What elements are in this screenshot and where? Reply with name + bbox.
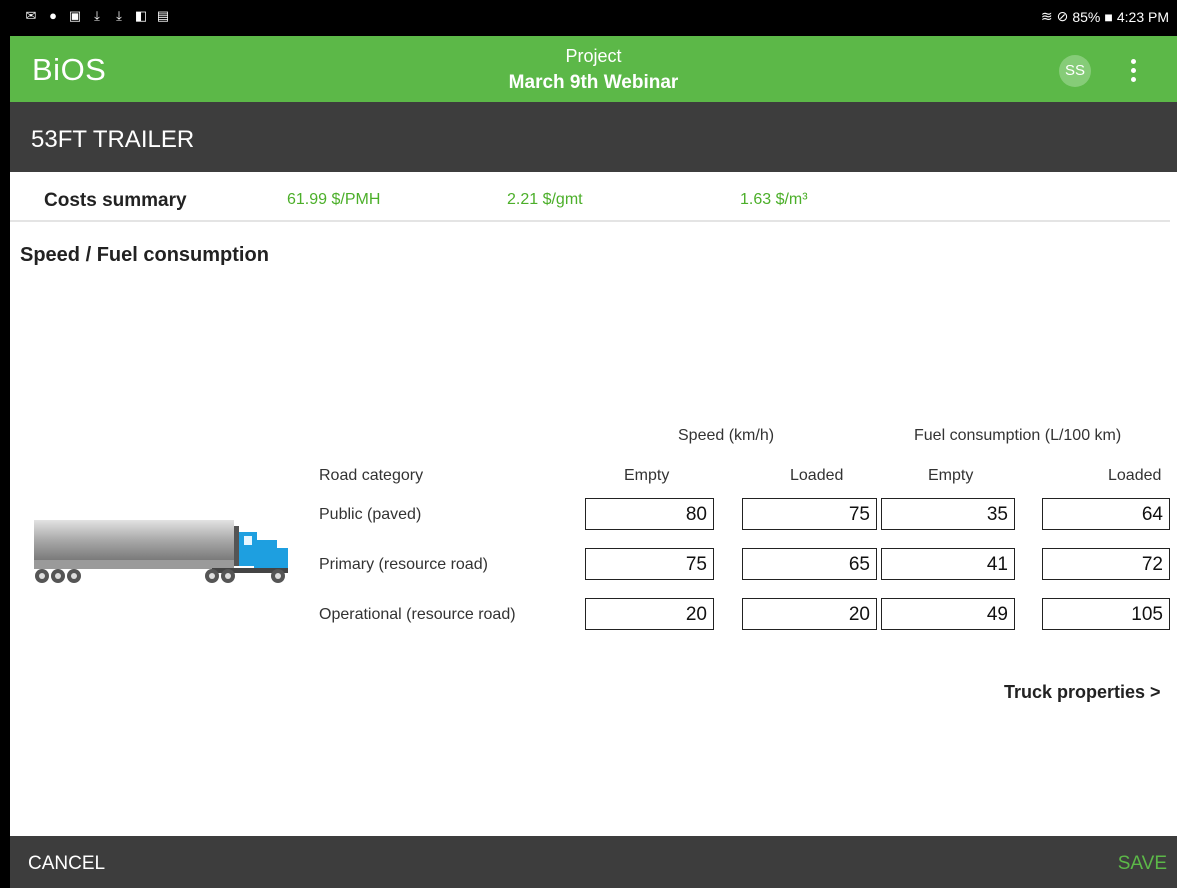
status-bar: ✉ ● ▣ ⤓ ⤓ ◧ ▤ ≋ ⊘ 85% ■ 4:23 PM [10, 0, 1177, 36]
road-label-public: Public (paved) [319, 506, 422, 523]
fuel-empty-header: Empty [928, 467, 974, 484]
no-sim-icon: ◧ [134, 8, 148, 23]
app-bar: BiOS Project March 9th Webinar SS [10, 36, 1177, 102]
speed-header: Speed (km/h) [678, 427, 775, 444]
wifi-icon: ≋ [1040, 8, 1053, 24]
road-category-header: Road category [319, 467, 424, 484]
download-icon: ⤓ [116, 8, 122, 23]
road-label-primary: Primary (resource road) [319, 556, 488, 573]
cost-per-pmh: 61.99 $/PMH [287, 191, 381, 208]
device-screen: ✉ ● ▣ ⤓ ⤓ ◧ ▤ ≋ ⊘ 85% ■ 4:23 PM BiOS Pro… [10, 0, 1177, 888]
bottom-action-bar: CANCEL SAVE [10, 836, 1177, 888]
battery-percent: 85% [1072, 8, 1101, 25]
truck-properties-link[interactable]: Truck properties > [1004, 682, 1161, 703]
subheader: 53FT TRAILER [10, 102, 1177, 172]
save-button[interactable]: SAVE [1118, 853, 1167, 875]
speed-loaded-input[interactable]: 20 [742, 598, 877, 630]
speed-empty-input[interactable]: 75 [585, 548, 714, 580]
costs-summary-label: Costs summary [44, 190, 187, 211]
truck-trailer-icon [34, 520, 288, 583]
cancel-button[interactable]: CANCEL [28, 853, 105, 875]
user-avatar[interactable]: SS [1059, 55, 1091, 87]
road-label-operational: Operational (resource road) [319, 606, 516, 623]
speed-empty-input[interactable]: 80 [585, 498, 714, 530]
fuel-empty-input[interactable]: 35 [881, 498, 1015, 530]
fuel-loaded-input[interactable]: 72 [1042, 548, 1170, 580]
speed-loaded-input[interactable]: 75 [742, 498, 877, 530]
notification-icons: ✉ ● ▣ ⤓ ⤓ ◧ ▤ [24, 9, 170, 23]
fuel-header: Fuel consumption (L/100 km) [914, 427, 1122, 444]
cost-per-gmt: 2.21 $/gmt [507, 191, 583, 208]
download-icon: ⤓ [94, 8, 100, 23]
dnd-icon: ⊘ [1056, 8, 1069, 24]
fuel-loaded-input[interactable]: 64 [1042, 498, 1170, 530]
speed-loaded-header: Loaded [790, 467, 844, 484]
clock: 4:23 PM [1116, 8, 1169, 25]
fuel-empty-input[interactable]: 41 [881, 548, 1015, 580]
speed-loaded-input[interactable]: 65 [742, 548, 877, 580]
no-notes-icon: ▤ [156, 8, 170, 23]
cost-per-m3: 1.63 $/m³ [740, 191, 808, 208]
mail-icon: ✉ [25, 8, 37, 23]
section-title: Speed / Fuel consumption [20, 244, 269, 266]
fuel-loaded-input[interactable]: 105 [1042, 598, 1170, 630]
speed-empty-input[interactable]: 20 [585, 598, 714, 630]
overflow-menu-icon[interactable] [1123, 56, 1143, 86]
fuel-loaded-header: Loaded [1108, 467, 1162, 484]
status-right: ≋ ⊘ 85% ■ 4:23 PM [1041, 8, 1169, 25]
fuel-empty-input[interactable]: 49 [881, 598, 1015, 630]
truck-config-title: 53FT TRAILER [31, 126, 195, 153]
image-icon: ▣ [68, 8, 82, 23]
bag-icon: ● [49, 8, 57, 23]
battery-icon: ■ [1104, 8, 1113, 25]
project-name[interactable]: March 9th Webinar [10, 72, 1177, 94]
speed-empty-header: Empty [624, 467, 670, 484]
costs-summary-row[interactable]: Costs summary 61.99 $/PMH 2.21 $/gmt 1.6… [10, 172, 1170, 222]
project-label: Project [565, 46, 622, 66]
